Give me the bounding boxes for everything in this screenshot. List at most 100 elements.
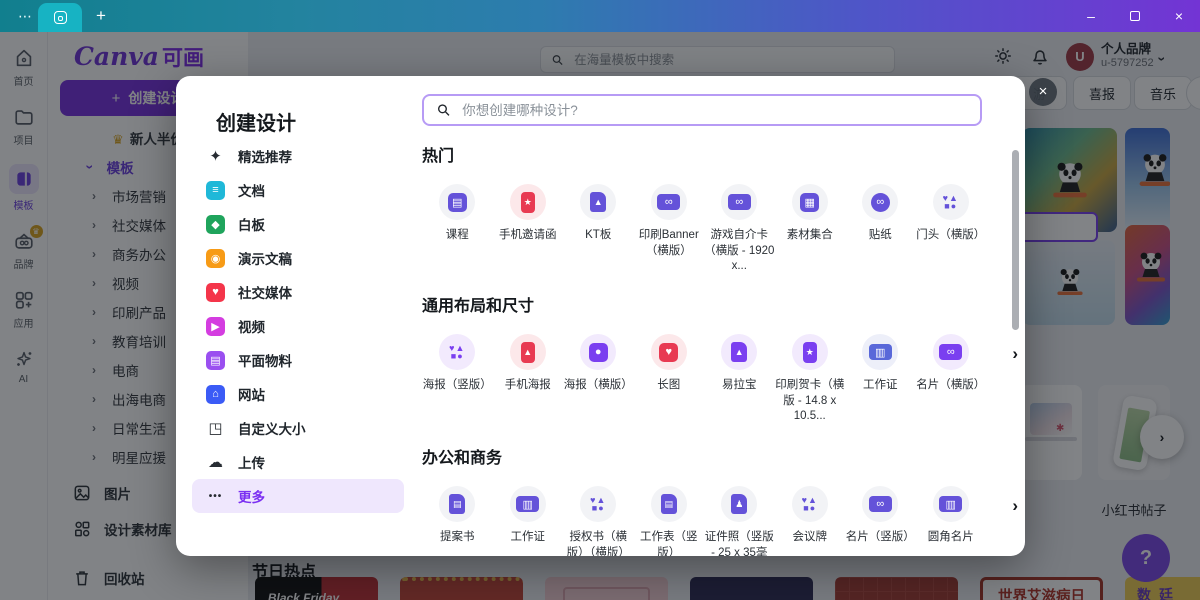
close-window-button[interactable]: × (1172, 0, 1186, 32)
design-search-input[interactable] (460, 102, 968, 119)
section-scroll-right-button[interactable]: › (1006, 495, 1024, 517)
design-section: 通用布局和尺寸 ♥▲■● 海报（竖版） ▲ 手机海报 ● 海报（横版） ♥ 长图… (422, 292, 1014, 425)
design-type-tile[interactable]: ♥▲■● 门头（横版） (916, 184, 987, 275)
tile-icon: ♥▲■● (792, 486, 828, 522)
tile-icon: ★ (510, 184, 546, 220)
tile-icon: ∞ (721, 184, 757, 220)
design-type-menu: ✦ 精选推荐 ≡ 文档 ◆ 白板 ◉ 演示文稿 ♥ 社交媒体 ▶ 视频 ▤ 平面… (192, 139, 404, 513)
design-type-tile[interactable]: ∞ 游戏自介卡（横版 - 1920 x... (704, 184, 775, 275)
tile-icon: ▤ (439, 486, 475, 522)
modal-menu-item[interactable]: ▶ 视频 (192, 309, 404, 343)
modal-menu-item[interactable]: ◳ 自定义大小 (192, 411, 404, 445)
browser-tab-active[interactable] (38, 3, 82, 32)
design-type-tile[interactable]: ▲ 易拉宝 (704, 334, 775, 425)
modal-menu-item[interactable]: ☁ 上传 (192, 445, 404, 479)
modal-menu-item[interactable]: ◉ 演示文稿 (192, 241, 404, 275)
design-type-tile[interactable]: ♥ 长图 (634, 334, 705, 425)
section-title: 热门 (422, 142, 1014, 166)
design-type-tile[interactable]: ∞ 贴纸 (845, 184, 916, 275)
search-icon (436, 102, 451, 118)
design-type-tile[interactable]: ▤ 课程 (422, 184, 493, 275)
menu-item-icon: ▤ (206, 351, 225, 370)
modal-menu-item[interactable]: ▤ 平面物料 (192, 343, 404, 377)
design-type-tile[interactable]: ▦ 素材集合 (775, 184, 846, 275)
window-controls: – × (1084, 0, 1200, 32)
maximize-icon (1130, 11, 1140, 21)
tile-icon: ∞ (862, 486, 898, 522)
modal-title: 创建设计 (216, 107, 296, 136)
design-search-bar[interactable] (422, 94, 982, 126)
design-type-tile[interactable]: ● 海报（横版） (563, 334, 634, 425)
tile-icon: ♥▲■● (439, 334, 475, 370)
section-scroll-right-button[interactable]: › (1006, 343, 1024, 365)
tile-icon: ▦ (792, 184, 828, 220)
tile-icon: ▤ (439, 184, 475, 220)
design-type-tile[interactable]: ▥ 圆角名片 (916, 486, 987, 556)
tile-icon: ▥ (862, 334, 898, 370)
tile-icon: ▥ (510, 486, 546, 522)
tile-icon: ♥▲■● (580, 486, 616, 522)
menu-item-icon: ▶ (206, 317, 225, 336)
design-type-tile[interactable]: ▥ 工作证 (845, 334, 916, 425)
design-type-tile[interactable]: ♥▲■● 授权书（横版）（横版） (563, 486, 634, 556)
tile-icon: ∞ (862, 184, 898, 220)
tile-icon: ▥ (933, 486, 969, 522)
menu-item-icon: ⌂ (206, 385, 225, 404)
tile-row: ♥▲■● 海报（竖版） ▲ 手机海报 ● 海报（横版） ♥ 长图 ▲ 易拉宝 ★… (422, 334, 1014, 425)
modal-menu-item[interactable]: ✦ 精选推荐 (192, 139, 404, 173)
menu-item-icon: ◆ (206, 215, 225, 234)
modal-menu-item[interactable]: ⌂ 网站 (192, 377, 404, 411)
modal-menu-item[interactable]: ••• 更多 (192, 479, 404, 513)
section-title: 办公和商务 (422, 444, 1014, 468)
minimize-button[interactable]: – (1084, 0, 1098, 32)
window-titlebar: ⋯ + – × (0, 0, 1200, 32)
tile-icon: ∞ (933, 334, 969, 370)
app-canvas: 首页 项目 模板 ♛ 品牌 应用 AI (0, 32, 1200, 600)
tile-row: ▤ 提案书 ▥ 工作证 ♥▲■● 授权书（横版）（横版） ▤ 工作表（竖版） ♟… (422, 486, 1014, 556)
tile-icon: ♥ (651, 334, 687, 370)
design-type-tile[interactable]: ★ 印刷贺卡（横版 - 14.8 x 10.5... (775, 334, 846, 425)
tile-icon: ∞ (651, 184, 687, 220)
create-design-modal: 创建设计 ✦ 精选推荐 ≡ 文档 ◆ 白板 ◉ 演示文稿 ♥ 社交媒体 ▶ 视频… (176, 76, 1025, 556)
tile-icon: ♟ (721, 486, 757, 522)
tile-icon: ★ (792, 334, 828, 370)
home-tab-icon (54, 11, 67, 24)
design-type-tile[interactable]: ▲ KT板 (563, 184, 634, 275)
design-type-tile[interactable]: ∞ 名片（横版） (916, 334, 987, 425)
design-type-tile[interactable]: ▤ 工作表（竖版） (634, 486, 705, 556)
menu-item-icon: ✦ (206, 147, 225, 166)
design-type-tile[interactable]: ∞ 印刷Banner（横版） (634, 184, 705, 275)
new-tab-button[interactable]: + (90, 0, 112, 32)
tile-icon: ▤ (651, 486, 687, 522)
design-type-tile[interactable]: ∞ 名片（竖版） (845, 486, 916, 556)
design-type-tile[interactable]: ♟ 证件照（竖版 - 25 x 35毫米） (704, 486, 775, 556)
menu-item-icon: ≡ (206, 181, 225, 200)
modal-menu-item[interactable]: ◆ 白板 (192, 207, 404, 241)
tile-icon: ● (580, 334, 616, 370)
maximize-button[interactable] (1128, 0, 1142, 32)
design-type-tile[interactable]: ▲ 手机海报 (493, 334, 564, 425)
design-type-tile[interactable]: ▤ 提案书 (422, 486, 493, 556)
menu-item-icon: ♥ (206, 283, 225, 302)
tile-icon: ▲ (580, 184, 616, 220)
tile-icon: ▲ (510, 334, 546, 370)
section-title: 通用布局和尺寸 (422, 292, 1014, 316)
modal-menu-item[interactable]: ≡ 文档 (192, 173, 404, 207)
design-type-tile[interactable]: ▥ 工作证 (493, 486, 564, 556)
design-type-tile[interactable]: ♥▲■● 会议牌 (775, 486, 846, 556)
design-section: 热门 ▤ 课程 ★ 手机邀请函 ▲ KT板 ∞ 印刷Banner（横版） ∞ 游… (422, 142, 1014, 275)
tile-row: ▤ 课程 ★ 手机邀请函 ▲ KT板 ∞ 印刷Banner（横版） ∞ 游戏自介… (422, 184, 1014, 275)
menu-item-icon: ◉ (206, 249, 225, 268)
menu-item-icon: ••• (206, 487, 225, 506)
tile-icon: ▲ (721, 334, 757, 370)
design-section: 办公和商务 ▤ 提案书 ▥ 工作证 ♥▲■● 授权书（横版）（横版） ▤ 工作表… (422, 444, 1014, 556)
modal-menu-item[interactable]: ♥ 社交媒体 (192, 275, 404, 309)
modal-close-button[interactable]: × (1029, 78, 1057, 106)
browser-menu-button[interactable]: ⋯ (12, 7, 36, 26)
modal-scrollbar-thumb[interactable] (1012, 150, 1019, 330)
menu-item-icon: ◳ (206, 419, 225, 438)
menu-item-icon: ☁ (206, 453, 225, 472)
design-type-tile[interactable]: ♥▲■● 海报（竖版） (422, 334, 493, 425)
tile-icon: ♥▲■● (933, 184, 969, 220)
design-type-tile[interactable]: ★ 手机邀请函 (493, 184, 564, 275)
